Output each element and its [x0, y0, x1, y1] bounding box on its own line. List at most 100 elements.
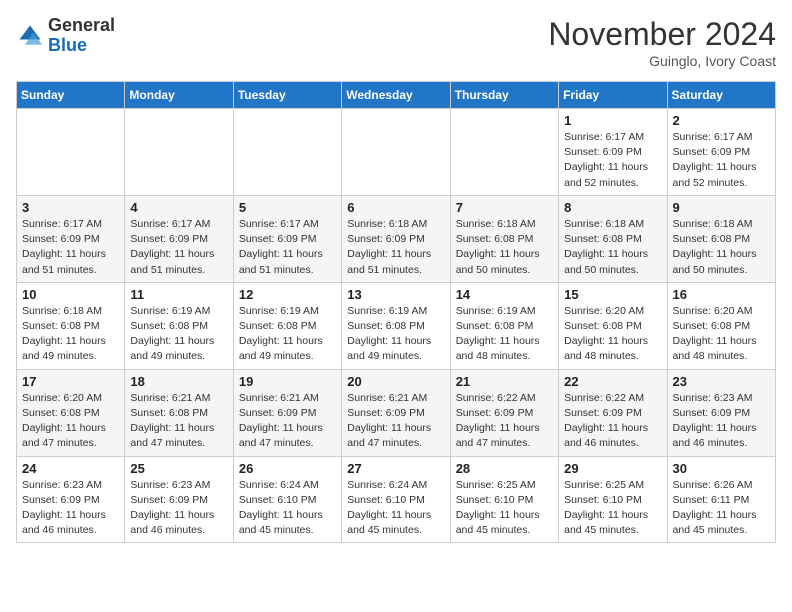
- calendar-cell: 28 Sunrise: 6:25 AMSunset: 6:10 PMDayligh…: [450, 456, 558, 543]
- day-detail: Sunrise: 6:17 AMSunset: 6:09 PMDaylight:…: [239, 217, 336, 278]
- calendar-cell: 27 Sunrise: 6:24 AMSunset: 6:10 PMDayligh…: [342, 456, 450, 543]
- calendar-cell: 6 Sunrise: 6:18 AMSunset: 6:09 PMDaylight…: [342, 195, 450, 282]
- calendar-cell: 26 Sunrise: 6:24 AMSunset: 6:10 PMDayligh…: [233, 456, 341, 543]
- day-detail: Sunrise: 6:21 AMSunset: 6:08 PMDaylight:…: [130, 391, 227, 452]
- weekday-header-row: SundayMondayTuesdayWednesdayThursdayFrid…: [17, 82, 776, 109]
- day-number: 11: [130, 287, 227, 302]
- day-detail: Sunrise: 6:23 AMSunset: 6:09 PMDaylight:…: [22, 478, 119, 539]
- day-number: 4: [130, 200, 227, 215]
- day-detail: Sunrise: 6:24 AMSunset: 6:10 PMDaylight:…: [347, 478, 444, 539]
- day-detail: Sunrise: 6:18 AMSunset: 6:09 PMDaylight:…: [347, 217, 444, 278]
- day-detail: Sunrise: 6:22 AMSunset: 6:09 PMDaylight:…: [564, 391, 661, 452]
- day-detail: Sunrise: 6:18 AMSunset: 6:08 PMDaylight:…: [673, 217, 770, 278]
- day-number: 14: [456, 287, 553, 302]
- calendar-header: SundayMondayTuesdayWednesdayThursdayFrid…: [17, 82, 776, 109]
- calendar-week-4: 17 Sunrise: 6:20 AMSunset: 6:08 PMDayligh…: [17, 369, 776, 456]
- month-year-title: November 2024: [548, 16, 776, 53]
- day-detail: Sunrise: 6:19 AMSunset: 6:08 PMDaylight:…: [239, 304, 336, 365]
- calendar-cell: 17 Sunrise: 6:20 AMSunset: 6:08 PMDayligh…: [17, 369, 125, 456]
- calendar-cell: 30 Sunrise: 6:26 AMSunset: 6:11 PMDayligh…: [667, 456, 775, 543]
- day-detail: Sunrise: 6:24 AMSunset: 6:10 PMDaylight:…: [239, 478, 336, 539]
- day-detail: Sunrise: 6:26 AMSunset: 6:11 PMDaylight:…: [673, 478, 770, 539]
- day-number: 10: [22, 287, 119, 302]
- day-number: 17: [22, 374, 119, 389]
- day-detail: Sunrise: 6:17 AMSunset: 6:09 PMDaylight:…: [673, 130, 770, 191]
- day-number: 24: [22, 461, 119, 476]
- page-header: General Blue November 2024 Guinglo, Ivor…: [16, 16, 776, 69]
- calendar-cell: [17, 109, 125, 196]
- day-number: 29: [564, 461, 661, 476]
- day-number: 20: [347, 374, 444, 389]
- day-detail: Sunrise: 6:21 AMSunset: 6:09 PMDaylight:…: [239, 391, 336, 452]
- weekday-header-saturday: Saturday: [667, 82, 775, 109]
- day-detail: Sunrise: 6:20 AMSunset: 6:08 PMDaylight:…: [22, 391, 119, 452]
- calendar-cell: 20 Sunrise: 6:21 AMSunset: 6:09 PMDayligh…: [342, 369, 450, 456]
- weekday-header-thursday: Thursday: [450, 82, 558, 109]
- day-number: 6: [347, 200, 444, 215]
- calendar-cell: [342, 109, 450, 196]
- weekday-header-tuesday: Tuesday: [233, 82, 341, 109]
- calendar-cell: 16 Sunrise: 6:20 AMSunset: 6:08 PMDayligh…: [667, 282, 775, 369]
- weekday-header-sunday: Sunday: [17, 82, 125, 109]
- calendar-cell: 18 Sunrise: 6:21 AMSunset: 6:08 PMDayligh…: [125, 369, 233, 456]
- day-number: 16: [673, 287, 770, 302]
- calendar-cell: 19 Sunrise: 6:21 AMSunset: 6:09 PMDayligh…: [233, 369, 341, 456]
- day-detail: Sunrise: 6:17 AMSunset: 6:09 PMDaylight:…: [564, 130, 661, 191]
- day-number: 7: [456, 200, 553, 215]
- day-number: 27: [347, 461, 444, 476]
- logo-blue-text: Blue: [48, 36, 115, 56]
- day-detail: Sunrise: 6:19 AMSunset: 6:08 PMDaylight:…: [456, 304, 553, 365]
- day-detail: Sunrise: 6:20 AMSunset: 6:08 PMDaylight:…: [564, 304, 661, 365]
- calendar-cell: 24 Sunrise: 6:23 AMSunset: 6:09 PMDayligh…: [17, 456, 125, 543]
- day-number: 5: [239, 200, 336, 215]
- calendar-cell: 10 Sunrise: 6:18 AMSunset: 6:08 PMDayligh…: [17, 282, 125, 369]
- day-number: 28: [456, 461, 553, 476]
- day-detail: Sunrise: 6:18 AMSunset: 6:08 PMDaylight:…: [22, 304, 119, 365]
- day-number: 30: [673, 461, 770, 476]
- calendar-cell: 11 Sunrise: 6:19 AMSunset: 6:08 PMDayligh…: [125, 282, 233, 369]
- day-number: 12: [239, 287, 336, 302]
- day-detail: Sunrise: 6:18 AMSunset: 6:08 PMDaylight:…: [456, 217, 553, 278]
- location-text: Guinglo, Ivory Coast: [548, 53, 776, 69]
- day-number: 26: [239, 461, 336, 476]
- calendar-cell: [125, 109, 233, 196]
- calendar-cell: 29Sunrise: 6:25 AMSunset: 6:10 PMDayligh…: [559, 456, 667, 543]
- calendar-cell: 21 Sunrise: 6:22 AMSunset: 6:09 PMDayligh…: [450, 369, 558, 456]
- calendar-cell: 14 Sunrise: 6:19 AMSunset: 6:08 PMDayligh…: [450, 282, 558, 369]
- day-number: 22: [564, 374, 661, 389]
- day-number: 18: [130, 374, 227, 389]
- day-number: 23: [673, 374, 770, 389]
- calendar-cell: 13Sunrise: 6:19 AMSunset: 6:08 PMDayligh…: [342, 282, 450, 369]
- day-number: 21: [456, 374, 553, 389]
- weekday-header-friday: Friday: [559, 82, 667, 109]
- day-number: 15: [564, 287, 661, 302]
- calendar-cell: 23 Sunrise: 6:23 AMSunset: 6:09 PMDayligh…: [667, 369, 775, 456]
- day-detail: Sunrise: 6:22 AMSunset: 6:09 PMDaylight:…: [456, 391, 553, 452]
- day-detail: Sunrise: 6:17 AMSunset: 6:09 PMDaylight:…: [22, 217, 119, 278]
- day-detail: Sunrise: 6:18 AMSunset: 6:08 PMDaylight:…: [564, 217, 661, 278]
- title-block: November 2024 Guinglo, Ivory Coast: [548, 16, 776, 69]
- day-detail: Sunrise: 6:19 AMSunset: 6:08 PMDaylight:…: [130, 304, 227, 365]
- day-number: 13: [347, 287, 444, 302]
- weekday-header-wednesday: Wednesday: [342, 82, 450, 109]
- calendar-cell: [233, 109, 341, 196]
- calendar-week-3: 10 Sunrise: 6:18 AMSunset: 6:08 PMDayligh…: [17, 282, 776, 369]
- calendar-week-2: 3 Sunrise: 6:17 AMSunset: 6:09 PMDaylight…: [17, 195, 776, 282]
- logo-icon: [16, 22, 44, 50]
- day-number: 19: [239, 374, 336, 389]
- day-number: 1: [564, 113, 661, 128]
- day-detail: Sunrise: 6:25 AMSunset: 6:10 PMDaylight:…: [456, 478, 553, 539]
- calendar-cell: 22 Sunrise: 6:22 AMSunset: 6:09 PMDayligh…: [559, 369, 667, 456]
- day-number: 8: [564, 200, 661, 215]
- calendar-cell: 5 Sunrise: 6:17 AMSunset: 6:09 PMDaylight…: [233, 195, 341, 282]
- calendar-cell: 7 Sunrise: 6:18 AMSunset: 6:08 PMDaylight…: [450, 195, 558, 282]
- calendar-cell: 9Sunrise: 6:18 AMSunset: 6:08 PMDaylight…: [667, 195, 775, 282]
- logo-general-text: General: [48, 16, 115, 36]
- day-number: 3: [22, 200, 119, 215]
- day-detail: Sunrise: 6:21 AMSunset: 6:09 PMDaylight:…: [347, 391, 444, 452]
- calendar-body: 1 Sunrise: 6:17 AMSunset: 6:09 PMDaylight…: [17, 109, 776, 543]
- day-detail: Sunrise: 6:23 AMSunset: 6:09 PMDaylight:…: [673, 391, 770, 452]
- day-detail: Sunrise: 6:17 AMSunset: 6:09 PMDaylight:…: [130, 217, 227, 278]
- day-detail: Sunrise: 6:20 AMSunset: 6:08 PMDaylight:…: [673, 304, 770, 365]
- calendar-week-1: 1 Sunrise: 6:17 AMSunset: 6:09 PMDaylight…: [17, 109, 776, 196]
